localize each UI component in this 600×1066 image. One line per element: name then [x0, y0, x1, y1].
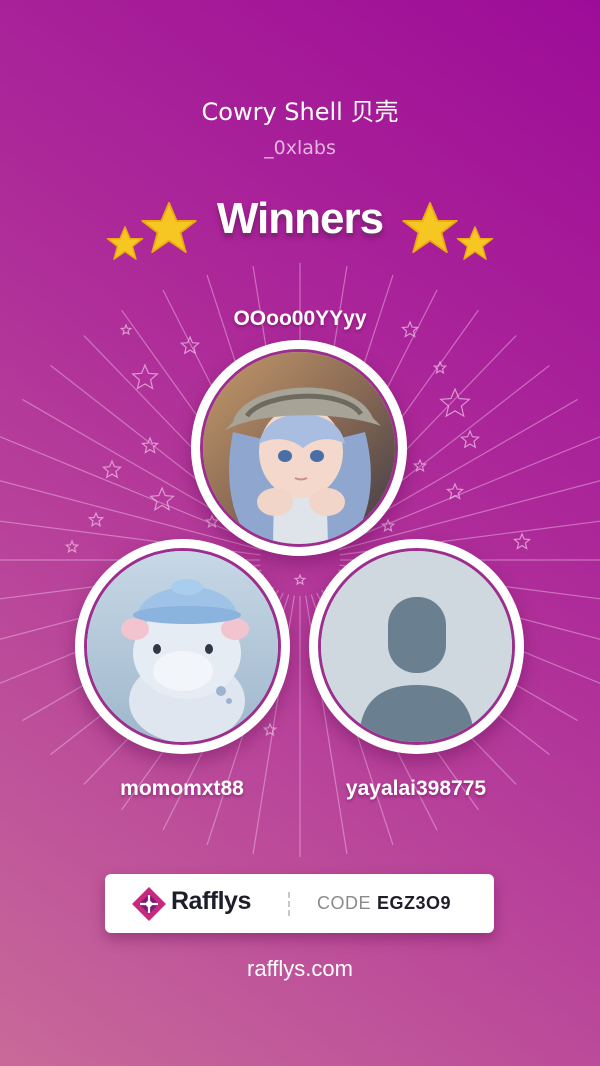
outline-star-icon	[512, 532, 532, 550]
rafflys-logo-icon	[132, 887, 166, 921]
anime-girl-avatar	[200, 349, 398, 547]
outline-star-icon	[131, 363, 159, 390]
outline-star-icon	[439, 387, 471, 418]
winner-avatar-2[interactable]	[75, 539, 290, 754]
outline-star-icon	[459, 429, 481, 449]
organizer-handle: _0xlabs	[264, 137, 336, 159]
outline-star-icon	[87, 511, 105, 527]
winner-avatar-1[interactable]	[191, 340, 407, 556]
hippo-avatar	[84, 548, 281, 745]
star-icon	[402, 202, 458, 254]
divider	[288, 892, 290, 916]
outline-star-icon	[179, 335, 201, 355]
outline-star-icon	[64, 539, 80, 554]
outline-star-icon	[119, 323, 133, 336]
code-value: EGZ3O9	[377, 893, 452, 913]
winner-name-1: OOoo00YYyy	[233, 307, 367, 330]
rafflys-link[interactable]: rafflys.com	[0, 956, 600, 982]
winner-name-2: momomxt88	[120, 777, 244, 800]
star-icon	[456, 226, 494, 260]
outline-star-icon	[101, 459, 123, 479]
outline-star-icon	[140, 436, 160, 454]
brand-name: Rafflys	[171, 887, 251, 915]
outline-star-icon	[293, 573, 307, 586]
raffle-code-badge: Rafflys CODE EGZ3O9	[105, 874, 494, 933]
default-user-avatar	[318, 548, 515, 745]
code-label: CODE	[317, 893, 372, 913]
app-title: Cowry Shell 贝壳	[201, 98, 399, 126]
winners-heading: Winners	[216, 194, 384, 243]
winner-name-3: yayalai398775	[345, 777, 487, 800]
winner-avatar-3[interactable]	[309, 539, 524, 754]
